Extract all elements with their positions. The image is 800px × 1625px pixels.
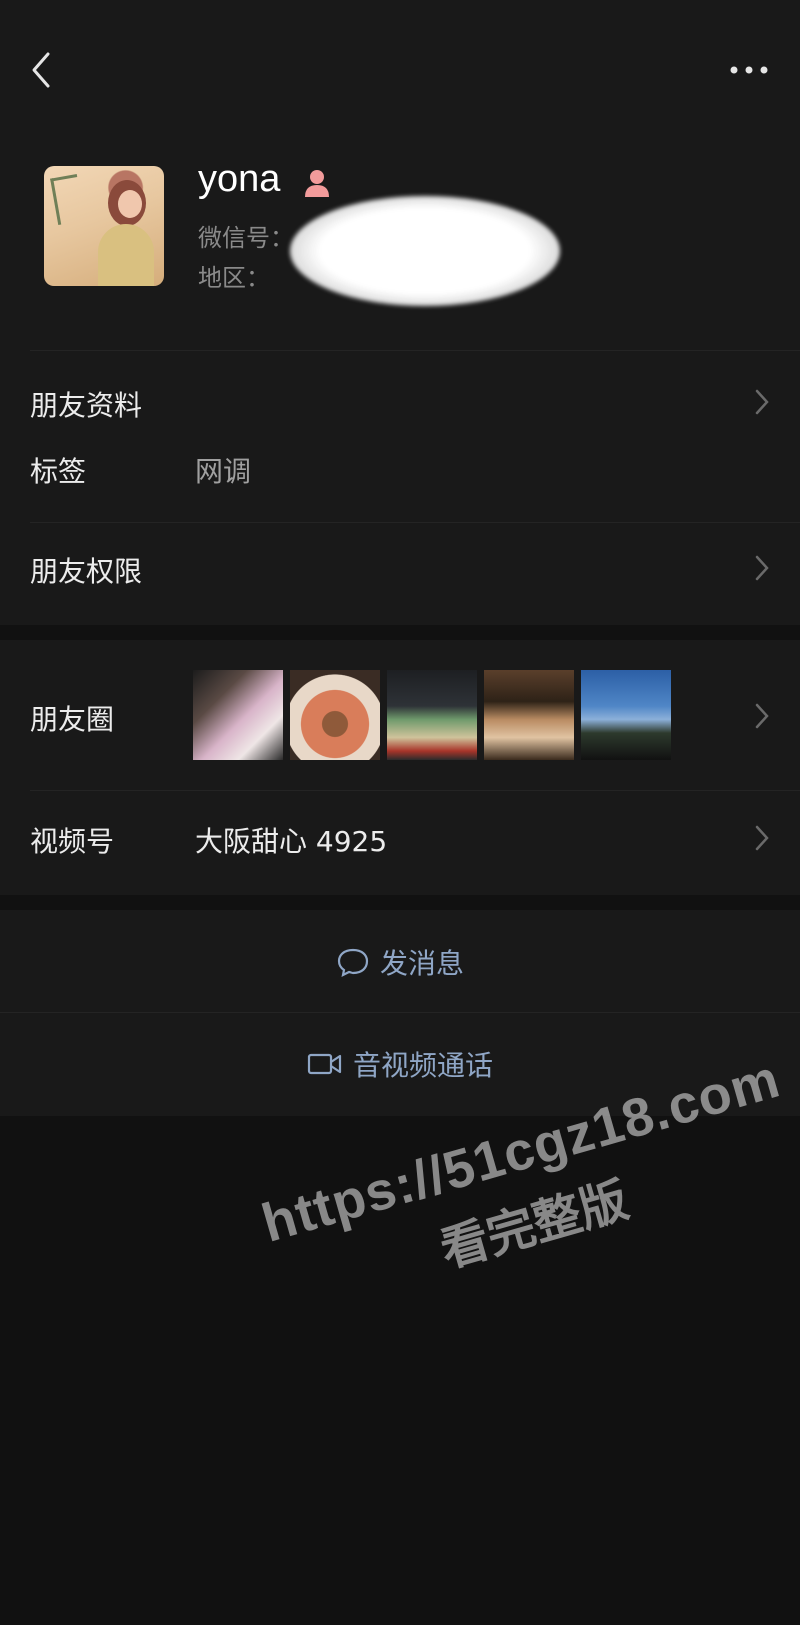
divider <box>0 1012 800 1013</box>
channels-value: 大阪甜心 4925 <box>195 825 388 858</box>
moment-thumbnail <box>193 670 283 760</box>
moment-thumbnail <box>290 670 380 760</box>
back-button[interactable] <box>26 48 66 92</box>
moments-label: 朋友圈 <box>30 703 115 736</box>
tag-value: 网调 <box>195 455 252 488</box>
female-person-icon <box>305 170 329 197</box>
top-bar <box>0 0 800 140</box>
nickname: yona <box>198 158 281 200</box>
send-message-button[interactable]: 发消息 <box>0 942 800 982</box>
moment-thumbnail <box>484 670 574 760</box>
chevron-right-icon <box>755 555 769 581</box>
chevron-right-icon <box>755 825 769 851</box>
chat-bubble-icon <box>337 948 369 977</box>
wechat-id-label: 微信号： <box>198 224 294 252</box>
tag-row[interactable]: 标签 网调 <box>0 450 800 520</box>
send-message-label: 发消息 <box>379 947 464 980</box>
friend-profile-row[interactable]: 朋友资料 <box>0 350 800 450</box>
chevron-left-icon <box>32 52 50 88</box>
moment-thumbnail <box>387 670 477 760</box>
av-call-label: 音视频通话 <box>352 1049 493 1082</box>
moments-row[interactable]: 朋友圈 <box>0 640 800 790</box>
contact-profile-page: yona 微信号： 地区： 朋友资料 标签 网调 朋友权限 朋友圈 视频号 大阪… <box>0 0 800 1625</box>
chevron-right-icon <box>755 703 769 729</box>
video-camera-icon <box>307 1053 342 1075</box>
redaction-mask <box>290 196 560 306</box>
avatar[interactable] <box>44 166 164 286</box>
moment-thumbnail <box>581 670 671 760</box>
friend-info-section: 朋友资料 标签 网调 朋友权限 <box>0 350 800 625</box>
more-button[interactable] <box>724 52 774 88</box>
friend-profile-label: 朋友资料 <box>30 389 143 422</box>
chevron-right-icon <box>755 389 769 415</box>
region-label: 地区： <box>198 264 270 292</box>
friend-permission-label: 朋友权限 <box>30 555 143 588</box>
channels-row[interactable]: 视频号 大阪甜心 4925 <box>0 790 800 895</box>
moments-channels-section: 朋友圈 视频号 大阪甜心 4925 <box>0 640 800 895</box>
profile-header: yona 微信号： 地区： <box>0 140 800 350</box>
friend-permission-row[interactable]: 朋友权限 <box>0 522 800 625</box>
more-dots-icon <box>730 66 768 74</box>
tag-label: 标签 <box>30 455 87 488</box>
channels-label: 视频号 <box>30 825 115 858</box>
